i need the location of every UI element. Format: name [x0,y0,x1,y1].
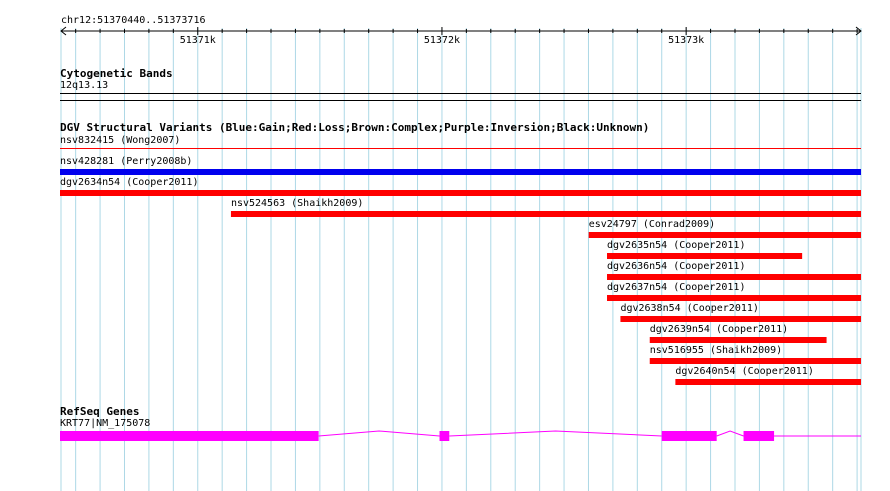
dgv-variant-bar[interactable] [60,169,861,175]
gene-exon[interactable] [743,431,775,441]
gene-intron [318,430,440,437]
cytoband-line-bottom [60,100,861,101]
dgv-variant-bar[interactable] [607,295,861,301]
dgv-variant-bar[interactable] [588,232,861,238]
dgv-variant-bar[interactable] [607,253,803,259]
gene-exon[interactable] [60,431,319,441]
genome-browser: chr12:51370440..51373716 51371k 51372k 513… [0,0,890,491]
gene-exon[interactable] [439,431,450,441]
dgv-variant-bar[interactable] [675,379,861,385]
dgv-variant-bar[interactable] [649,337,827,343]
dgv-variant-bar[interactable] [649,358,861,364]
cytoband-line-top [60,93,861,94]
dgv-variant-bar[interactable] [607,274,861,280]
dgv-variant-bar[interactable] [620,316,861,322]
dgv-variant-bar[interactable] [60,148,861,149]
track-canvas [60,26,862,441]
gene-intron [716,430,744,437]
gene-exon[interactable] [661,431,717,441]
dgv-variant-bar[interactable] [230,211,861,217]
gene-intron [449,430,662,437]
dgv-variant-bar[interactable] [60,190,861,196]
